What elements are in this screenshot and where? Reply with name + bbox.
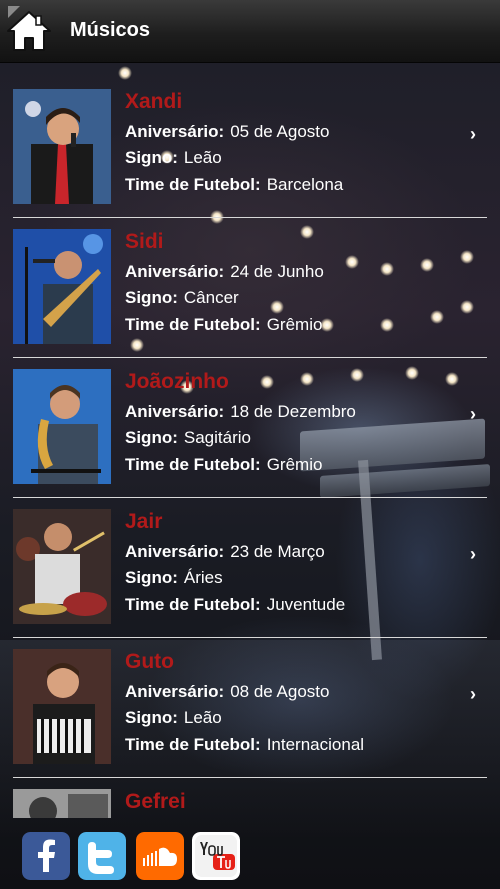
team-label: Time de Futebol: bbox=[125, 455, 261, 474]
chevron-right-icon: › bbox=[470, 544, 476, 564]
sign-label: Signo: bbox=[125, 428, 178, 447]
birthday-line: Aniversário: 24 de Junho bbox=[125, 262, 324, 282]
musician-photo bbox=[13, 229, 111, 344]
team-value: Barcelona bbox=[266, 175, 344, 194]
app-header: Músicos bbox=[0, 0, 500, 63]
team-value: Juventude bbox=[266, 595, 346, 614]
birthday-label: Aniversário: bbox=[125, 682, 225, 701]
home-icon bbox=[7, 11, 51, 51]
twitter-button[interactable] bbox=[78, 832, 126, 880]
list-item[interactable]: Joãozinho Aniversário: 18 de Dezembro Sig… bbox=[0, 358, 487, 498]
birthday-line: Aniversário: 18 de Dezembro bbox=[125, 402, 356, 422]
musician-name: Jair bbox=[125, 510, 163, 533]
sign-label: Signo: bbox=[125, 288, 178, 307]
musician-photo bbox=[13, 789, 111, 818]
birthday-label: Aniversário: bbox=[125, 262, 225, 281]
team-label: Time de Futebol: bbox=[125, 175, 261, 194]
team-label: Time de Futebol: bbox=[125, 595, 261, 614]
soundcloud-icon bbox=[136, 832, 184, 880]
musician-name: Joãozinho bbox=[125, 370, 229, 393]
sign-value: Sagitário bbox=[183, 428, 251, 447]
team-line: Time de Futebol: Juventude bbox=[125, 595, 345, 615]
musician-name: Guto bbox=[125, 650, 174, 673]
page-title: Músicos bbox=[70, 19, 151, 41]
sign-line: Signo: Leão bbox=[125, 708, 222, 728]
list-item[interactable]: Guto Aniversário: 08 de Agosto Signo: Leão… bbox=[0, 638, 487, 778]
birthday-label: Aniversário: bbox=[125, 402, 225, 421]
birthday-value: 18 de Dezembro bbox=[230, 402, 356, 421]
soundcloud-button[interactable] bbox=[136, 832, 184, 880]
team-line: Time de Futebol: Internacional bbox=[125, 735, 364, 755]
youtube-button[interactable] bbox=[192, 832, 240, 880]
birthday-line: Aniversário: 23 de Março bbox=[125, 542, 325, 562]
chevron-right-icon: › bbox=[470, 684, 476, 704]
list-item[interactable]: Jair Aniversário: 23 de Março Signo: Áries… bbox=[0, 498, 487, 638]
home-button[interactable] bbox=[6, 8, 52, 54]
team-value: Grêmio bbox=[266, 455, 323, 474]
team-value: Internacional bbox=[266, 735, 365, 754]
musician-name: Xandi bbox=[125, 90, 183, 113]
birthday-value: 23 de Março bbox=[230, 542, 325, 561]
sign-value: Câncer bbox=[183, 288, 239, 307]
birthday-value: 05 de Agosto bbox=[230, 122, 330, 141]
musician-name: Sidi bbox=[125, 230, 164, 253]
team-line: Time de Futebol: Grêmio bbox=[125, 315, 322, 335]
youtube-icon bbox=[192, 832, 240, 880]
musician-photo bbox=[13, 369, 111, 484]
birthday-line: Aniversário: 08 de Agosto bbox=[125, 682, 329, 702]
sign-line: Signo: Leão bbox=[125, 148, 222, 168]
chevron-right-icon: › bbox=[470, 124, 476, 144]
sign-label: Signo: bbox=[125, 708, 178, 727]
musician-photo bbox=[13, 649, 111, 764]
chevron-right-icon: › bbox=[470, 404, 476, 424]
musician-photo bbox=[13, 509, 111, 624]
twitter-icon bbox=[78, 832, 126, 880]
birthday-value: 08 de Agosto bbox=[230, 682, 330, 701]
facebook-button[interactable] bbox=[22, 832, 70, 880]
facebook-icon bbox=[22, 832, 70, 880]
birthday-value: 24 de Junho bbox=[230, 262, 324, 281]
sign-line: Signo: Sagitário bbox=[125, 428, 251, 448]
sign-value: Leão bbox=[183, 148, 222, 167]
team-label: Time de Futebol: bbox=[125, 735, 261, 754]
sign-label: Signo: bbox=[125, 148, 178, 167]
team-line: Time de Futebol: Barcelona bbox=[125, 175, 343, 195]
sign-line: Signo: Áries bbox=[125, 568, 223, 588]
birthday-label: Aniversário: bbox=[125, 122, 225, 141]
social-bar bbox=[0, 820, 500, 889]
sign-label: Signo: bbox=[125, 568, 178, 587]
birthday-line: Aniversário: 05 de Agosto bbox=[125, 122, 329, 142]
sign-line: Signo: Câncer bbox=[125, 288, 239, 308]
list-item[interactable]: Gefrei bbox=[0, 778, 487, 818]
sign-value: Leão bbox=[183, 708, 222, 727]
list-item[interactable]: Xandi Aniversário: 05 de Agosto Signo: Leã… bbox=[0, 78, 487, 218]
musician-photo bbox=[13, 89, 111, 204]
team-label: Time de Futebol: bbox=[125, 315, 261, 334]
musicians-list: Xandi Aniversário: 05 de Agosto Signo: Leã… bbox=[0, 78, 487, 818]
sign-value: Áries bbox=[183, 568, 223, 587]
team-value: Grêmio bbox=[266, 315, 323, 334]
list-item[interactable]: Sidi Aniversário: 24 de Junho Signo: Cânce… bbox=[0, 218, 487, 358]
team-line: Time de Futebol: Grêmio bbox=[125, 455, 322, 475]
musician-name: Gefrei bbox=[125, 790, 186, 813]
birthday-label: Aniversário: bbox=[125, 542, 225, 561]
